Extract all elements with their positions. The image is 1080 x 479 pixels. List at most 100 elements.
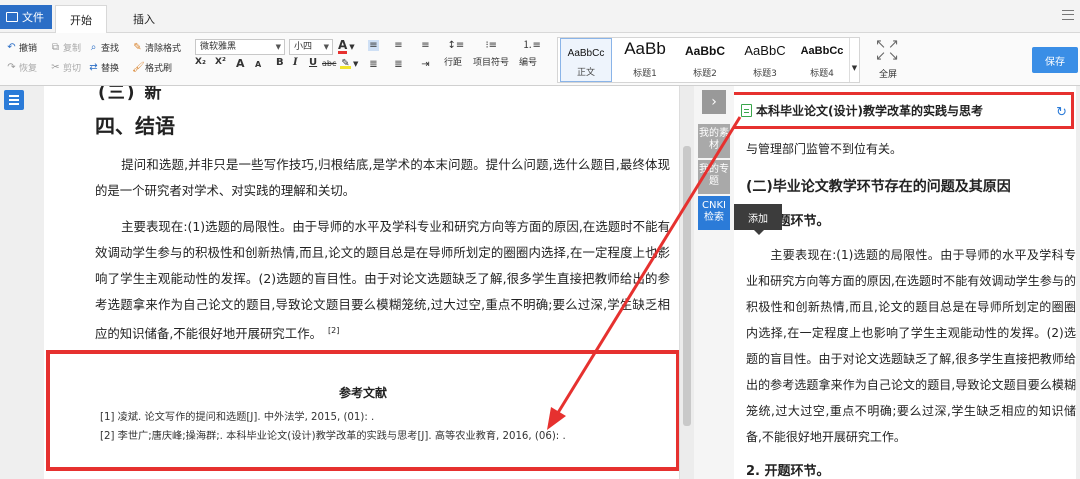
- replace-label: 替换: [101, 64, 120, 74]
- panel-title-text: 本科毕业论文(设计)教学改革的实践与思考: [756, 104, 983, 118]
- style-gallery-more-button[interactable]: ▼: [849, 38, 859, 82]
- font-color-button[interactable]: A ▼: [338, 38, 355, 54]
- strikethrough-button[interactable]: abc: [322, 59, 336, 68]
- reference-item-2: [2] 李世广;唐庆峰;操海群;. 本科毕业论文(设计)教学改革的实践与思考[J…: [100, 431, 566, 442]
- panel-paragraph[interactable]: 主要表现在:(1)选题的局限性。由于导师的水平及学科专业和研究方向等方面的原因,…: [746, 242, 1076, 450]
- font-family-select[interactable]: 微软雅黑 ▼: [195, 39, 285, 55]
- style-heading-3[interactable]: AaBbC 标题3: [736, 38, 794, 82]
- superscript-button[interactable]: X²: [215, 57, 226, 67]
- add-tooltip[interactable]: 添加: [734, 204, 782, 235]
- font-family-value: 微软雅黑: [200, 42, 237, 52]
- outline-toggle-button[interactable]: [4, 90, 24, 110]
- bold-button[interactable]: B: [276, 57, 284, 68]
- underline-button[interactable]: U: [309, 57, 317, 68]
- font-size-select[interactable]: 小四 ▼: [289, 39, 333, 55]
- indent-button[interactable]: ⇥: [420, 59, 431, 70]
- style-heading-4[interactable]: AaBbCc 标题4: [794, 38, 850, 82]
- list-icon-line: [9, 103, 19, 105]
- font-shrink-button[interactable]: A: [255, 60, 261, 69]
- list-icon: [9, 95, 19, 97]
- save-button[interactable]: 保存: [1032, 47, 1078, 73]
- bullets-button[interactable]: ⁝≡ 项目符号: [473, 40, 509, 68]
- chevron-down-icon: ▼: [323, 43, 329, 51]
- references-title: 参考文献: [338, 386, 387, 400]
- line-spacing-label: 行距: [444, 58, 463, 68]
- font-size-value: 小四: [294, 42, 313, 52]
- clear-format-button[interactable]: ✎ 清除格式: [132, 41, 181, 54]
- document-page[interactable]: (三) 新 四、结语 提问和选题,并非只是一些写作技巧,归根结底,是学术的本末问…: [44, 86, 680, 479]
- panel-heading-2: 2. 开题环节。: [746, 464, 830, 479]
- panel-scrollbar[interactable]: [1076, 86, 1080, 479]
- scrollbar-thumb[interactable]: [683, 146, 691, 426]
- undo-label: 撤销: [19, 44, 38, 54]
- panel-title[interactable]: 本科毕业论文(设计)教学改革的实践与思考: [741, 102, 983, 119]
- file-tab[interactable]: 文件: [0, 5, 52, 29]
- style-heading-2-label: 标题2: [693, 69, 717, 79]
- numbered-list-icon: ⒈≡: [522, 40, 541, 51]
- folder-icon: [6, 12, 18, 22]
- refresh-icon[interactable]: ↻: [1056, 105, 1067, 120]
- line-spacing-icon: ↕≡: [447, 40, 465, 51]
- redo-button[interactable]: ↷ 恢复: [6, 61, 37, 74]
- format-brush-label: 格式刷: [145, 64, 173, 74]
- distribute-icon: ≣: [394, 59, 403, 70]
- cut-button[interactable]: ✂ 剪切: [50, 61, 81, 74]
- align-left-button[interactable]: ≡: [368, 40, 379, 51]
- expand-icon: ↖↗ ↙↘: [875, 37, 901, 64]
- tab-cnki-search[interactable]: CNKI检索: [698, 196, 730, 230]
- undo-button[interactable]: ↶ 撤销: [6, 41, 37, 54]
- chevron-down-icon: ▼: [275, 43, 281, 51]
- replace-icon: ⇄: [89, 62, 98, 73]
- style-heading-1[interactable]: AaBb 标题1: [616, 38, 674, 82]
- tab-insert[interactable]: 插入: [118, 5, 170, 33]
- side-tab-strip: › 我的素材 我的专题 CNKI检索: [694, 86, 734, 479]
- redo-label: 恢复: [19, 64, 38, 74]
- search-icon: ⌕: [90, 42, 97, 53]
- replace-button[interactable]: ⇄ 替换: [88, 61, 119, 74]
- paragraph-1-text: 提问和选题,并非只是一些写作技巧,归根结底,是学术的本末问题。提什么问题,选什么…: [95, 157, 670, 198]
- font-color-icon: A: [338, 38, 348, 54]
- numbering-button[interactable]: ⒈≡ 编号: [519, 40, 541, 68]
- justify-button[interactable]: ≣: [368, 59, 379, 70]
- find-button[interactable]: ⌕ 查找: [88, 41, 119, 54]
- copy-button[interactable]: ⧉ 复制: [50, 41, 81, 54]
- document-scrollbar[interactable]: [680, 86, 694, 479]
- align-right-button[interactable]: ≡: [420, 40, 431, 51]
- collapse-panel-button[interactable]: ›: [702, 90, 726, 114]
- redo-icon: ↷: [7, 62, 16, 73]
- style-heading-1-label: 标题1: [633, 69, 657, 79]
- align-center-button[interactable]: ≡: [393, 40, 404, 51]
- citation-marker[interactable]: [2]: [328, 326, 339, 335]
- eraser-icon: ✎: [133, 42, 142, 53]
- tab-start[interactable]: 开始: [55, 5, 107, 33]
- tab-my-materials[interactable]: 我的素材: [698, 124, 730, 158]
- file-tab-label: 文件: [22, 11, 44, 24]
- fullscreen-label: 全屏: [878, 70, 897, 80]
- style-heading-3-label: 标题3: [753, 69, 777, 79]
- tab-my-topics[interactable]: 我的专题: [698, 160, 730, 194]
- menu-tab-bar: 文件 开始 插入: [0, 0, 1080, 33]
- find-label: 查找: [101, 44, 120, 54]
- copy-label: 复制: [63, 44, 82, 54]
- cut-label: 剪切: [63, 64, 82, 74]
- justify-icon: ≣: [369, 59, 378, 70]
- highlighter-icon: ✎: [340, 58, 351, 69]
- style-normal[interactable]: AaBbCc 正文: [560, 38, 612, 82]
- chevron-down-icon: ▼: [353, 59, 359, 68]
- italic-button[interactable]: I: [293, 57, 298, 68]
- partial-heading: (三) 新: [98, 86, 164, 103]
- chevron-down-icon: ▼: [851, 64, 858, 72]
- line-spacing-button[interactable]: ↕≡ 行距: [444, 40, 465, 68]
- subscript-button[interactable]: X₂: [195, 57, 206, 67]
- list-icon-line: [9, 99, 19, 101]
- font-grow-button[interactable]: A: [236, 57, 245, 70]
- menu-collapse-icon[interactable]: [1062, 10, 1074, 20]
- highlight-button[interactable]: ✎ ▼: [340, 58, 358, 69]
- distribute-button[interactable]: ≣: [393, 59, 404, 70]
- indent-icon: ⇥: [421, 59, 430, 70]
- brush-icon: 🖌: [132, 62, 145, 73]
- style-normal-sample: AaBbCc: [567, 48, 605, 59]
- fullscreen-button[interactable]: ↖↗ ↙↘ 全屏: [872, 37, 904, 81]
- format-brush-button[interactable]: 🖌 格式刷: [132, 61, 172, 74]
- style-heading-2[interactable]: AaBbC 标题2: [676, 38, 734, 82]
